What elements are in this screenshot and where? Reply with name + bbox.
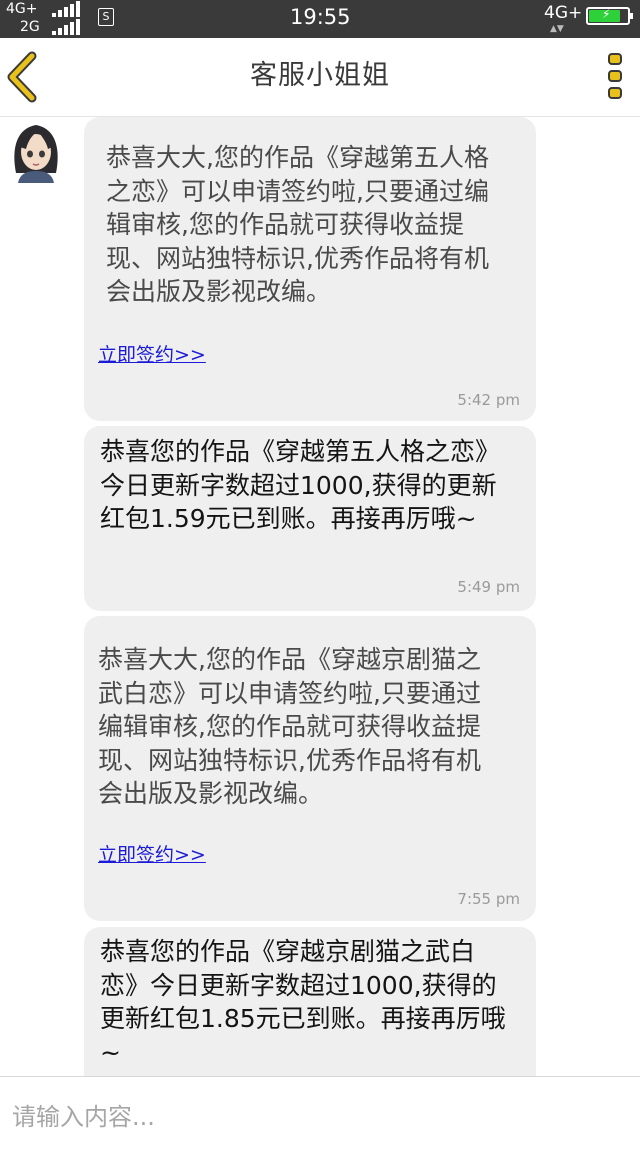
s-badge-icon: S	[98, 8, 114, 26]
message-text: 恭喜大大,您的作品《穿越第五人格之恋》可以申请签约啦,只要通过编辑审核,您的作品…	[106, 143, 489, 306]
network-type-right: 4G+	[544, 3, 583, 23]
more-button[interactable]	[600, 52, 630, 102]
sign-contract-link[interactable]: 立即签约>>	[98, 343, 206, 367]
input-bar	[0, 1076, 640, 1160]
status-time: 19:55	[290, 5, 351, 29]
message-input[interactable]	[12, 1095, 612, 1139]
nav-bar: 客服小姐姐	[0, 38, 640, 117]
sign-contract-link[interactable]: 立即签约>>	[98, 843, 206, 867]
message-time: 5:49 pm	[457, 578, 520, 596]
data-activity-icon: ▲▼	[550, 24, 564, 34]
battery-icon: ⚡	[586, 7, 633, 25]
message-time: 7:55 pm	[457, 890, 520, 908]
status-bar: 4G+ 2G S 19:55 4G+ ▲▼ ⚡	[0, 0, 640, 38]
network-type-bottom: 2G	[20, 19, 40, 35]
signal-bars-icon	[52, 19, 82, 35]
charging-bolt-icon: ⚡	[602, 7, 611, 21]
message-text: 恭喜大大,您的作品《穿越京剧猫之武白恋》可以申请签约啦,只要通过编辑审核,您的作…	[98, 645, 481, 808]
chevron-left-icon	[7, 51, 37, 103]
back-button[interactable]	[0, 50, 52, 104]
message-text: 恭喜您的作品《穿越京剧猫之武白恋》今日更新字数超过1000,获得的更新红包1.8…	[100, 937, 506, 1067]
message-text: 恭喜您的作品《穿越第五人格之恋》今日更新字数超过1000,获得的更新红包1.59…	[100, 437, 501, 533]
page-title: 客服小姐姐	[250, 60, 390, 91]
message-time: 5:42 pm	[457, 391, 520, 409]
signal-bars-icon	[52, 1, 82, 17]
chat-area[interactable]: 5:42 pm 恭喜大大,您的作品《穿越第五人格之恋》可以申请签约啦,只要通过编…	[0, 117, 640, 1077]
avatar[interactable]	[8, 119, 64, 183]
vertical-dots-icon	[608, 53, 622, 99]
network-type-top: 4G+	[6, 1, 38, 17]
